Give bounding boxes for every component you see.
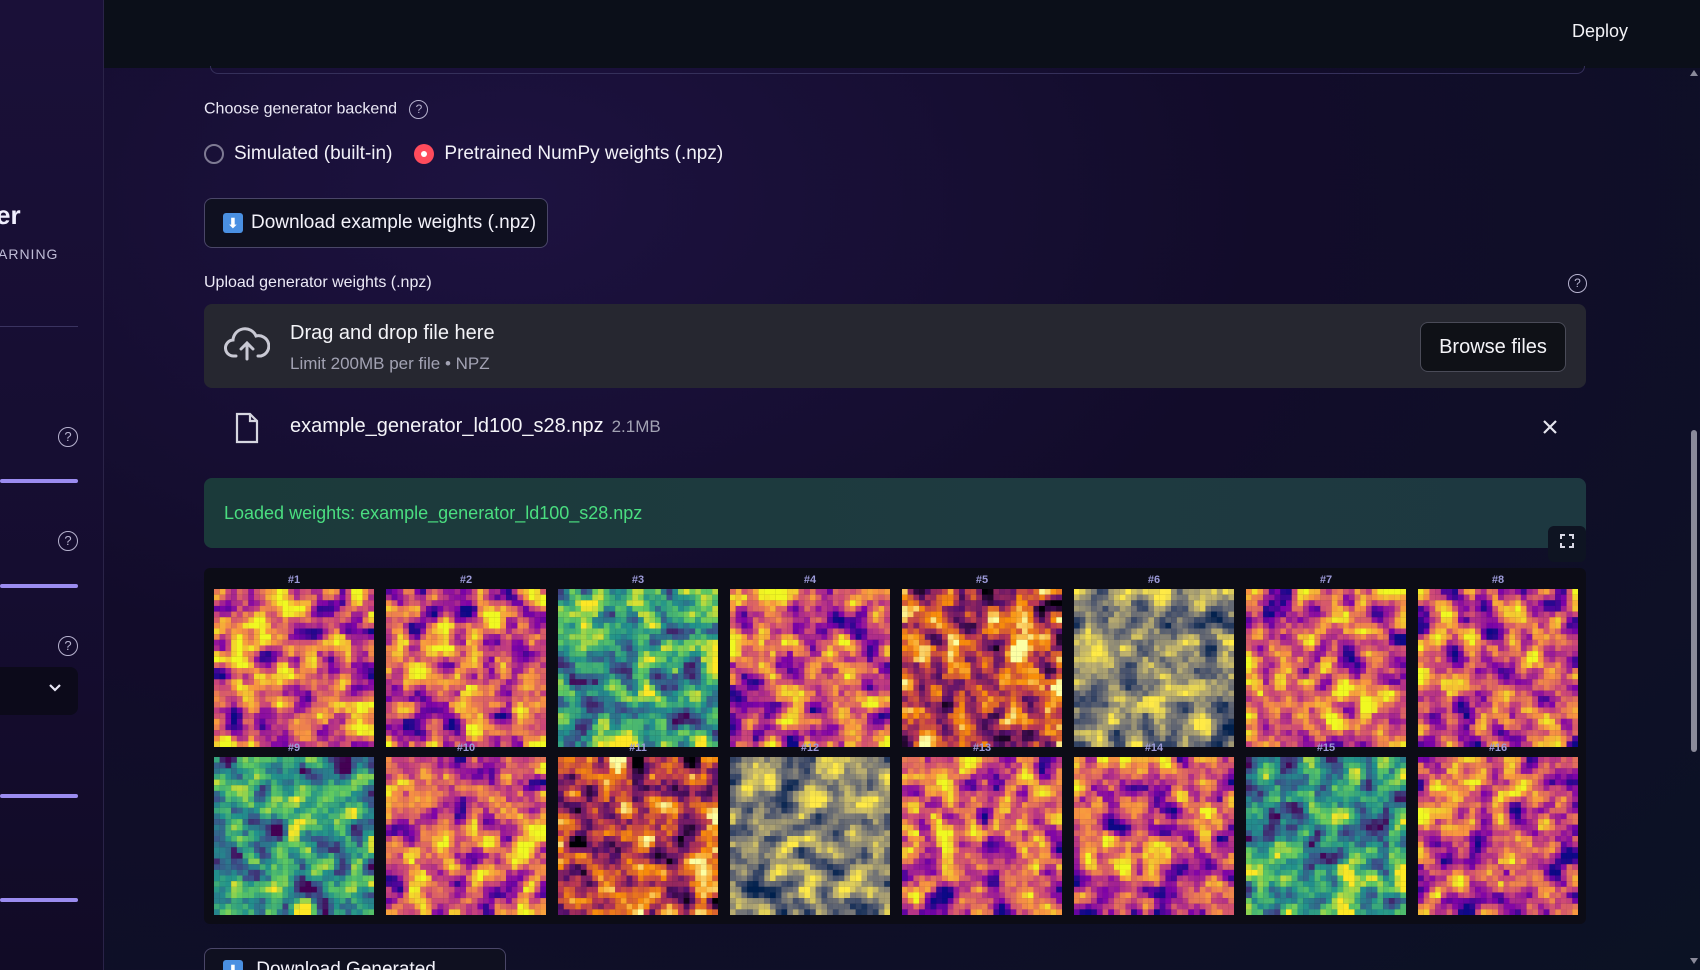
sidebar-select[interactable]	[0, 667, 78, 715]
sample-label: #4	[803, 574, 817, 586]
sample-label: #16	[1488, 742, 1508, 754]
sample-image	[902, 757, 1062, 915]
backend-radio-group: Simulated (built-in) Pretrained NumPy we…	[204, 143, 745, 165]
sample-image	[1074, 757, 1234, 915]
sidebar-slider-1[interactable]	[0, 479, 78, 483]
deploy-button[interactable]: Deploy	[1572, 21, 1628, 42]
file-name: example_generator_ld100_s28.npz 2.1MB	[290, 415, 661, 438]
sample-label: #5	[975, 574, 989, 586]
uploaded-file-row: example_generator_ld100_s28.npz 2.1MB	[204, 400, 1586, 460]
radio-label: Simulated (built-in)	[234, 143, 393, 164]
file-icon	[234, 412, 260, 449]
sample-label: #11	[629, 742, 647, 754]
radio-label: Pretrained NumPy weights (.npz)	[444, 143, 724, 164]
remove-file-icon[interactable]	[1542, 414, 1558, 442]
download-generated-button[interactable]: ⬇ Download Generated Images	[204, 948, 506, 970]
download-example-label: Download example weights (.npz)	[251, 212, 537, 233]
sample-image	[558, 757, 718, 915]
sample-label: #3	[631, 574, 645, 586]
cloud-upload-icon	[224, 326, 271, 367]
chevron-down-icon	[48, 680, 62, 698]
previous-widget-edge	[210, 66, 1585, 74]
sample-image	[214, 757, 374, 915]
sample-label: #6	[1147, 574, 1161, 586]
sidebar-subtitle: ARNING	[0, 246, 59, 262]
sample-image	[558, 589, 718, 747]
sample-label: #13	[972, 742, 992, 754]
sample-image	[730, 757, 890, 915]
generated-images-grid: #1 #2 #3 #4 #5 #6 #7 #8 #9 #10 #11 #12 #13 #14 #15 #16	[204, 568, 1586, 924]
upload-label: Upload generator weights (.npz)	[204, 274, 432, 291]
sample-image	[1246, 589, 1406, 747]
backend-label-row: Choose generator backend ?	[204, 100, 429, 119]
help-icon[interactable]: ?	[58, 636, 78, 656]
file-dropzone[interactable]: Drag and drop file here Limit 200MB per …	[204, 304, 1586, 388]
success-message: Loaded weights: example_generator_ld100_…	[224, 503, 643, 523]
sample-label: #7	[1319, 574, 1333, 586]
sample-image	[1418, 757, 1578, 915]
dropzone-title: Drag and drop file here	[290, 322, 495, 344]
sample-label: #2	[459, 574, 473, 586]
help-icon[interactable]: ?	[58, 427, 78, 447]
sample-label: #14	[1144, 742, 1164, 754]
scroll-down-arrow[interactable]	[1690, 958, 1698, 964]
help-icon[interactable]: ?	[409, 100, 429, 119]
radio-simulated[interactable]: Simulated (built-in)	[204, 143, 392, 165]
sample-image	[386, 757, 546, 915]
sample-image	[730, 589, 890, 747]
radio-on-icon	[414, 144, 435, 164]
top-header: Deploy	[104, 0, 1700, 68]
sample-label: #1	[287, 574, 301, 586]
sample-image	[1246, 757, 1406, 915]
sidebar-title: er	[0, 200, 21, 230]
sample-label: #9	[287, 742, 301, 754]
file-size: 2.1MB	[611, 417, 661, 436]
sidebar-divider	[0, 326, 78, 327]
sample-image	[902, 589, 1062, 747]
sidebar-slider-4[interactable]	[0, 898, 78, 902]
download-generated-label: Download Generated Images	[256, 959, 436, 970]
backend-label: Choose generator backend	[204, 100, 398, 118]
sample-label: #8	[1491, 574, 1505, 586]
download-icon: ⬇	[223, 960, 243, 970]
sample-label: #15	[1316, 742, 1336, 754]
scrollbar-thumb[interactable]	[1691, 430, 1697, 752]
radio-pretrained[interactable]: Pretrained NumPy weights (.npz)	[414, 143, 723, 165]
radio-off-icon	[204, 144, 224, 164]
sidebar-slider-2[interactable]	[0, 584, 78, 588]
fullscreen-icon[interactable]	[1548, 526, 1586, 562]
sample-image	[1074, 589, 1234, 747]
download-icon: ⬇	[223, 213, 243, 233]
help-icon[interactable]: ?	[1568, 274, 1587, 293]
browse-files-button[interactable]: Browse files	[1420, 322, 1566, 372]
sample-image	[1418, 589, 1578, 747]
dropzone-subtitle: Limit 200MB per file • NPZ	[290, 354, 490, 373]
download-example-button[interactable]: ⬇ Download example weights (.npz)	[204, 198, 548, 248]
sidebar: er ARNING ? ? ?	[0, 0, 104, 970]
sidebar-slider-3[interactable]	[0, 794, 78, 798]
scroll-up-arrow[interactable]	[1690, 70, 1698, 76]
sample-label: #10	[456, 742, 476, 754]
sample-label: #12	[800, 742, 820, 754]
sample-image	[386, 589, 546, 747]
success-alert: Loaded weights: example_generator_ld100_…	[204, 478, 1586, 548]
file-name-text: example_generator_ld100_s28.npz	[290, 415, 604, 437]
help-icon[interactable]: ?	[58, 531, 78, 551]
sample-image	[214, 589, 374, 747]
